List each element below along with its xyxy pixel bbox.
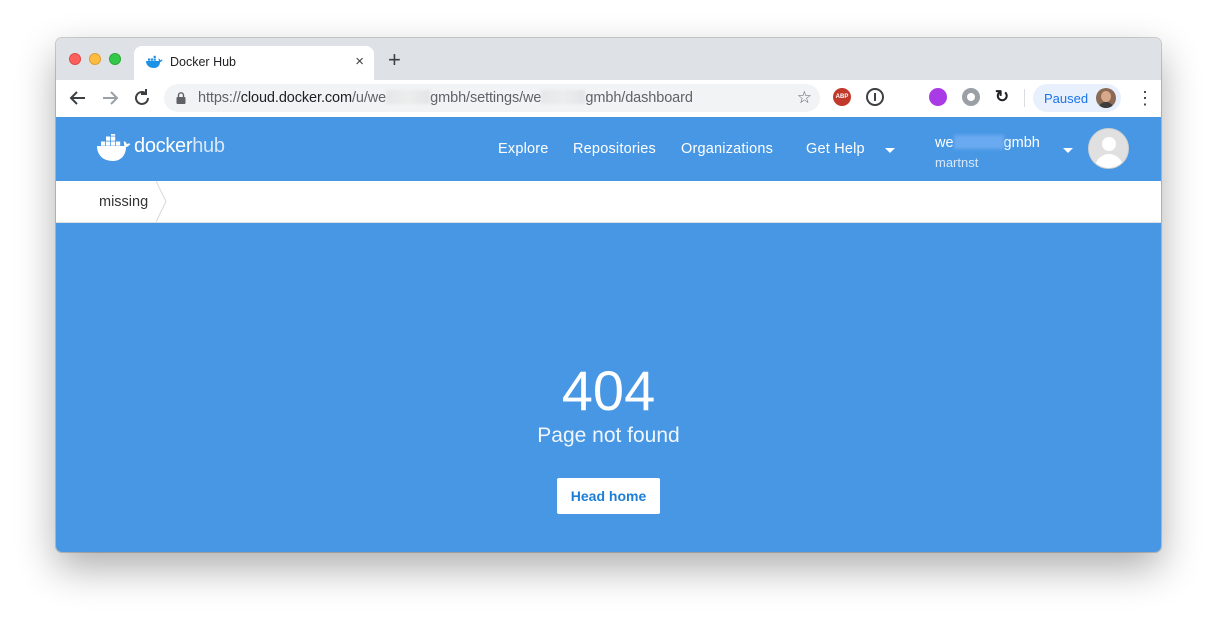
account-username: martnst [935, 155, 979, 170]
sync-extension-icon[interactable]: ↻ [993, 88, 1011, 106]
browser-toolbar: https://cloud.docker.com/u/we gmbh/settin… [56, 80, 1161, 118]
adblock-plus-icon[interactable]: ABP [833, 88, 851, 106]
lock-icon [176, 92, 186, 104]
browser-window: Docker Hub × + https://cloud.docker.com/… [56, 38, 1161, 552]
account-chevron-down-icon[interactable] [1063, 148, 1073, 153]
org-name-prefix: we [935, 135, 954, 151]
profile-avatar [1096, 88, 1116, 108]
tab-strip: Docker Hub × + [56, 38, 1161, 80]
docker-whale-icon [146, 55, 163, 68]
breadcrumb: missing [56, 181, 1161, 223]
error-message: Page not found [537, 424, 680, 447]
redacted-blur [541, 90, 586, 104]
nav-get-help[interactable]: Get Help [806, 141, 865, 157]
extension-purple-icon[interactable] [929, 88, 947, 106]
logo-docker-text: docker [134, 135, 193, 157]
bookmark-star-icon[interactable]: ☆ [797, 88, 812, 108]
back-arrow-icon[interactable] [66, 86, 90, 110]
nav-repositories[interactable]: Repositories [573, 141, 656, 157]
nav-organizations[interactable]: Organizations [681, 141, 773, 157]
url-host: cloud.docker.com [240, 90, 352, 106]
paused-label: Paused [1044, 91, 1089, 106]
get-help-chevron-down-icon[interactable] [885, 148, 895, 153]
tab-title: Docker Hub [170, 55, 236, 69]
logo-hub-text: hub [192, 135, 225, 157]
new-tab-button[interactable]: + [388, 49, 401, 71]
head-home-button[interactable]: Head home [557, 478, 660, 514]
org-name-suffix: gmbh [1003, 135, 1040, 151]
error-hero: 404 Page not found Head home [56, 223, 1161, 552]
address-bar[interactable]: https://cloud.docker.com/u/we gmbh/settin… [164, 84, 820, 112]
close-tab-icon[interactable]: × [355, 53, 364, 71]
extension-grey-icon[interactable] [962, 88, 980, 106]
user-avatar[interactable] [1088, 128, 1129, 169]
redacted-blur [953, 135, 1004, 149]
error-code: 404 [561, 359, 656, 422]
profile-paused-button[interactable]: Paused [1033, 84, 1121, 112]
close-window-button[interactable] [69, 53, 81, 65]
reload-icon[interactable] [130, 86, 154, 110]
account-org-name[interactable]: we gmbh [935, 135, 1040, 151]
maximize-window-button[interactable] [109, 53, 121, 65]
breadcrumb-separator-icon [156, 181, 167, 222]
url-text: https://cloud.docker.com/u/we gmbh/settin… [198, 90, 693, 106]
url-path-part: gmbh/settings/we [430, 90, 542, 106]
redacted-blur [386, 90, 431, 104]
1password-icon[interactable] [866, 88, 884, 106]
url-scheme: https:// [198, 90, 241, 106]
nav-explore[interactable]: Explore [498, 141, 549, 157]
url-path-part: gmbh/dashboard [585, 90, 693, 106]
logo-wordmark: dockerhub [134, 135, 225, 158]
forward-arrow-icon[interactable] [98, 86, 122, 110]
browser-menu-icon[interactable]: ⋮ [1136, 88, 1154, 108]
url-path-part: /u/we [351, 90, 387, 106]
tab-docker-hub[interactable]: Docker Hub × [134, 46, 374, 80]
dockerhub-header: dockerhub Explore Repositories Organizat… [56, 117, 1161, 181]
docker-whale-logo-icon [97, 134, 131, 161]
minimize-window-button[interactable] [89, 53, 101, 65]
toolbar-separator [1024, 89, 1025, 107]
breadcrumb-current: missing [99, 194, 149, 210]
dockerhub-logo[interactable]: dockerhub [96, 134, 236, 162]
